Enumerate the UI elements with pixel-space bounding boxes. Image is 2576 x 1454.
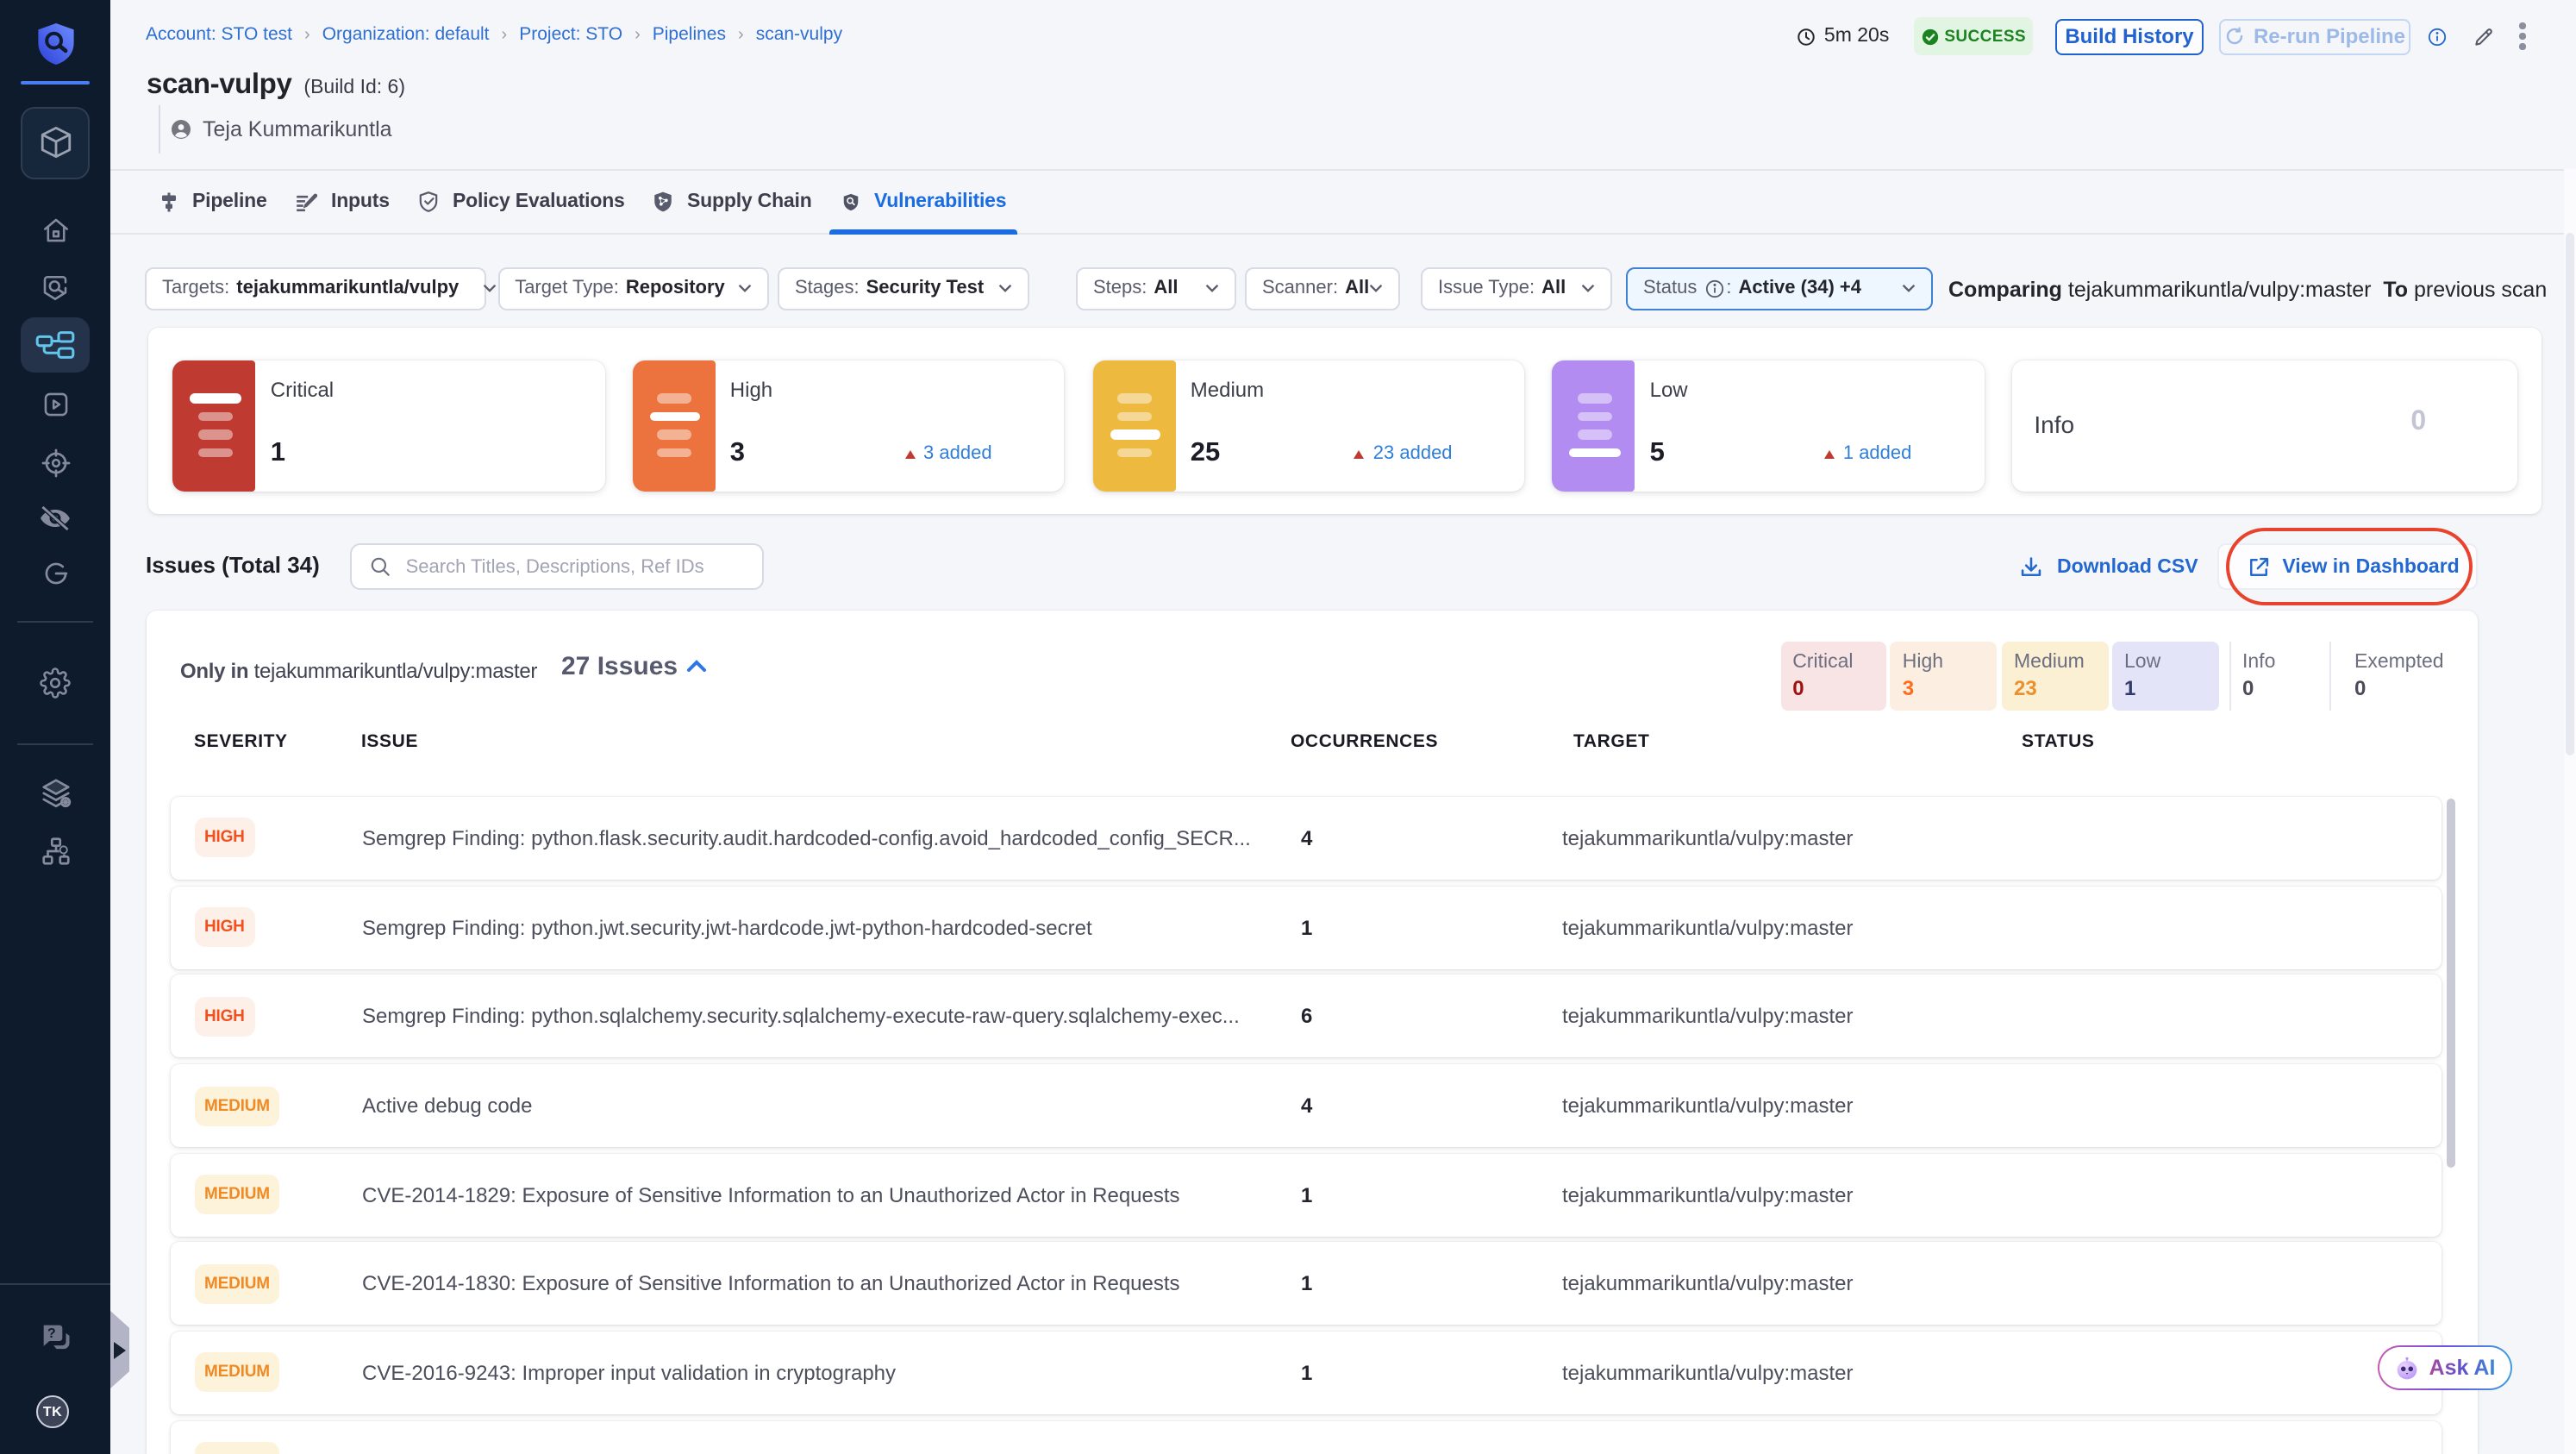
svg-text:?: ? [47,1326,56,1341]
